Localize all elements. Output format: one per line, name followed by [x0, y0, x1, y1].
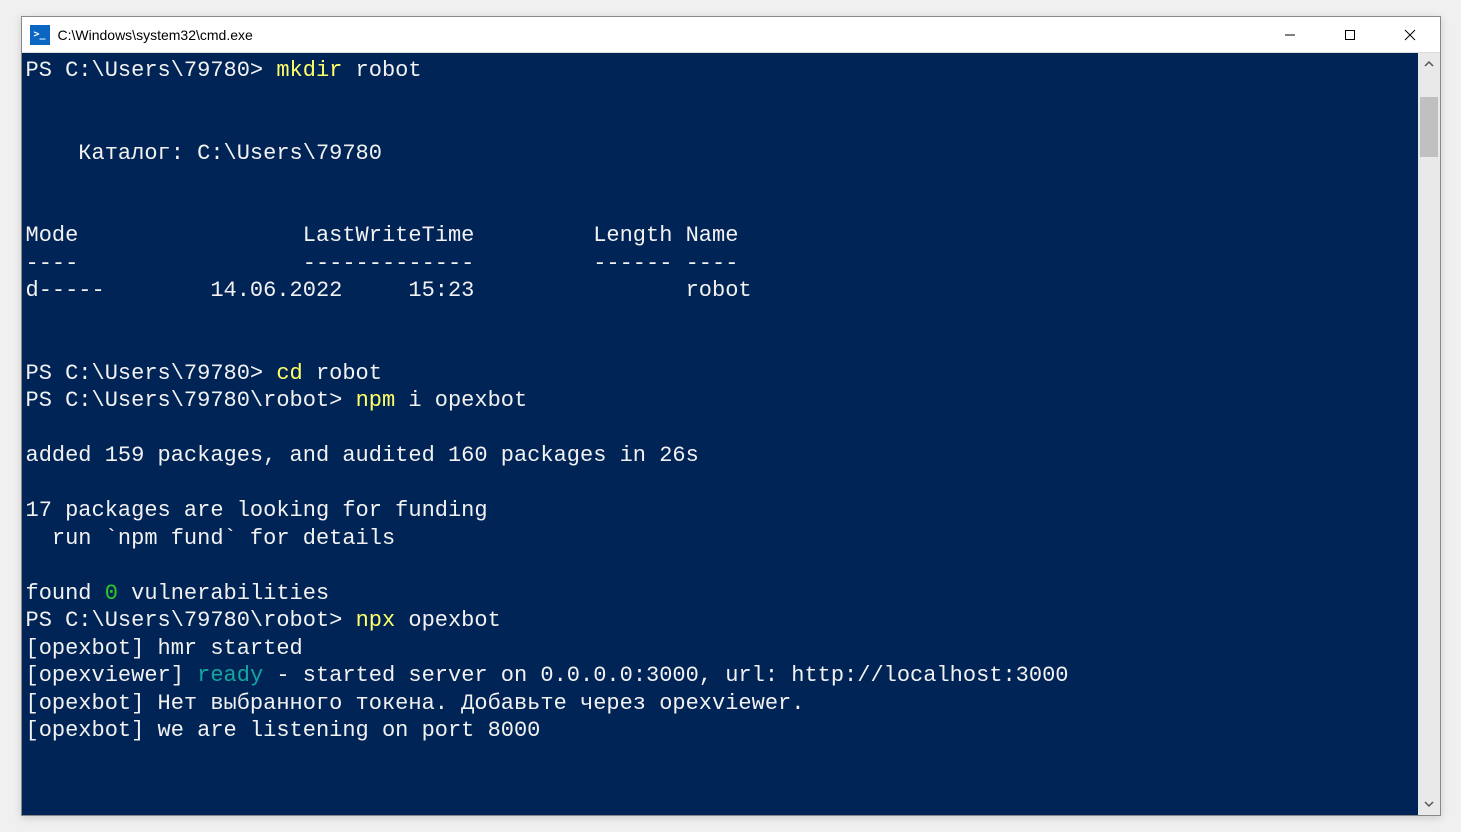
close-icon	[1404, 29, 1416, 41]
output-line: 17 packages are looking for funding	[26, 498, 488, 523]
window-controls	[1260, 17, 1440, 52]
vuln-count: 0	[105, 581, 118, 606]
command: npx	[356, 608, 396, 633]
close-button[interactable]	[1380, 17, 1440, 52]
table-header: Mode LastWriteTime Length Name	[26, 223, 739, 248]
scroll-up-button[interactable]	[1418, 53, 1440, 75]
prompt: PS C:\Users\79780\robot>	[26, 608, 356, 633]
terminal-wrapper: PS C:\Users\79780> mkdir robot Каталог: …	[22, 53, 1440, 815]
scrollbar-track[interactable]	[1418, 75, 1440, 793]
command: npm	[356, 388, 396, 413]
output-line: [opexbot] we are listening on port 8000	[26, 718, 541, 743]
maximize-icon	[1344, 29, 1356, 41]
output-line: run `npm fund` for details	[26, 526, 396, 551]
output-line: added 159 packages, and audited 160 pack…	[26, 443, 699, 468]
minimize-icon	[1284, 29, 1296, 41]
scrollbar-thumb[interactable]	[1420, 97, 1438, 157]
prompt: PS C:\Users\79780>	[26, 361, 277, 386]
minimize-button[interactable]	[1260, 17, 1320, 52]
status-ready: ready	[197, 663, 263, 688]
table-row: d----- 14.06.2022 15:23 robot	[26, 278, 752, 303]
chevron-up-icon	[1424, 59, 1434, 69]
scrollbar[interactable]	[1418, 53, 1440, 815]
command-arg: robot	[342, 58, 421, 83]
output-line: vulnerabilities	[118, 581, 329, 606]
output-line: [opexbot] Нет выбранного токена. Добавьт…	[26, 691, 805, 716]
command-arg: opexbot	[395, 608, 501, 633]
command: mkdir	[276, 58, 342, 83]
prompt: PS C:\Users\79780>	[26, 58, 277, 83]
powershell-icon	[30, 25, 50, 45]
output-line: - started server on 0.0.0.0:3000, url: h…	[263, 663, 1068, 688]
output-line: found	[26, 581, 105, 606]
command: cd	[276, 361, 302, 386]
command-arg: robot	[303, 361, 382, 386]
chevron-down-icon	[1424, 799, 1434, 809]
output-line: Каталог: C:\Users\79780	[26, 141, 382, 166]
maximize-button[interactable]	[1320, 17, 1380, 52]
command-arg: i opexbot	[395, 388, 527, 413]
output-line: [opexviewer]	[26, 663, 198, 688]
window-title: C:\Windows\system32\cmd.exe	[58, 27, 1260, 43]
prompt: PS C:\Users\79780\robot>	[26, 388, 356, 413]
window-frame: C:\Windows\system32\cmd.exe PS C:\Users\…	[21, 16, 1441, 816]
titlebar[interactable]: C:\Windows\system32\cmd.exe	[22, 17, 1440, 53]
table-sep: ---- ------------- ------ ----	[26, 251, 739, 276]
scroll-down-button[interactable]	[1418, 793, 1440, 815]
terminal-output[interactable]: PS C:\Users\79780> mkdir robot Каталог: …	[22, 53, 1418, 815]
output-line: [opexbot] hmr started	[26, 636, 303, 661]
